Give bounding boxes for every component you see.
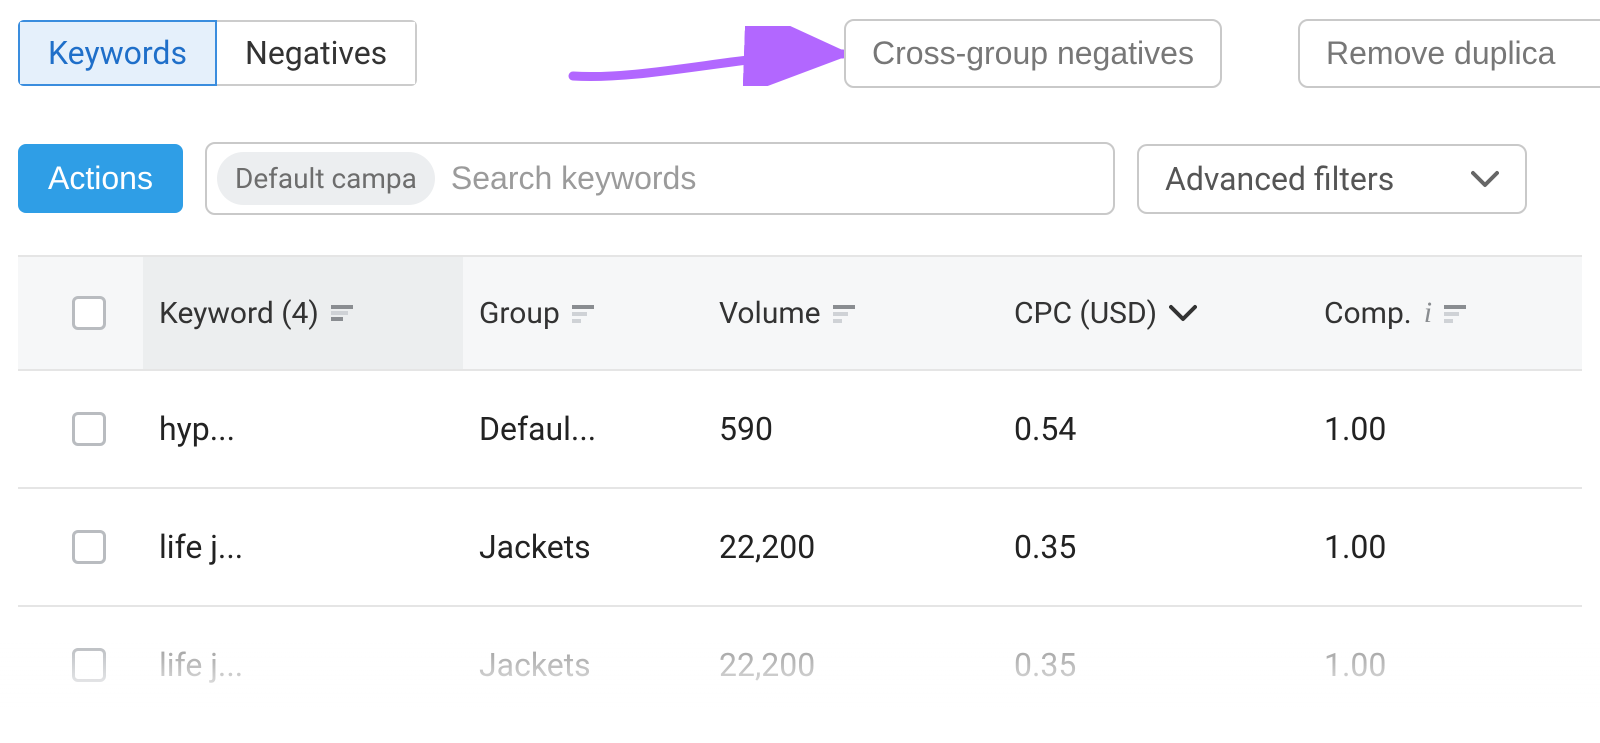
cell-group: Jackets bbox=[463, 528, 703, 566]
col-volume[interactable]: Volume bbox=[703, 296, 998, 331]
tab-group: Keywords Negatives bbox=[18, 20, 417, 86]
col-group-label: Group bbox=[479, 296, 560, 331]
cell-cpc: 0.35 bbox=[998, 528, 1308, 566]
search-input[interactable] bbox=[449, 159, 1103, 198]
row-check-cell bbox=[18, 412, 143, 446]
chevron-down-icon bbox=[1471, 170, 1499, 188]
col-comp-label: Comp. bbox=[1324, 296, 1412, 331]
row-checkbox[interactable] bbox=[72, 412, 106, 446]
cell-volume: 22,200 bbox=[703, 646, 998, 684]
cell-keyword: life j... bbox=[143, 646, 463, 684]
row-checkbox[interactable] bbox=[72, 648, 106, 682]
table-header-row: Keyword (4) Group Volume CPC (USD) Comp. bbox=[18, 257, 1582, 371]
cell-group: Jackets bbox=[463, 646, 703, 684]
tab-keywords[interactable]: Keywords bbox=[18, 20, 217, 86]
table-row: life j...Jackets22,2000.351.00 bbox=[18, 489, 1582, 607]
table-row: hyp...Defaul...5900.541.00 bbox=[18, 371, 1582, 489]
select-all-cell bbox=[18, 296, 143, 330]
cell-comp: 1.00 bbox=[1308, 528, 1600, 566]
col-comp[interactable]: Comp. i bbox=[1308, 296, 1600, 331]
col-cpc[interactable]: CPC (USD) bbox=[998, 296, 1308, 331]
table-row: life j...Jackets22,2000.351.00 bbox=[18, 607, 1582, 725]
cell-group: Defaul... bbox=[463, 410, 703, 448]
cell-cpc: 0.54 bbox=[998, 410, 1308, 448]
advanced-filters-label: Advanced filters bbox=[1165, 160, 1394, 198]
col-volume-label: Volume bbox=[719, 296, 821, 331]
row-checkbox[interactable] bbox=[72, 530, 106, 564]
info-icon: i bbox=[1424, 296, 1432, 330]
cell-cpc: 0.35 bbox=[998, 646, 1308, 684]
chevron-down-icon bbox=[1169, 304, 1197, 322]
table-body: hyp...Defaul...5900.541.00life j...Jacke… bbox=[18, 371, 1582, 725]
cell-volume: 22,200 bbox=[703, 528, 998, 566]
cross-group-negatives-button[interactable]: Cross-group negatives bbox=[844, 19, 1222, 88]
cell-comp: 1.00 bbox=[1308, 646, 1600, 684]
annotation-arrow bbox=[568, 26, 858, 86]
sort-icon bbox=[833, 303, 855, 323]
filter-chip-campaign[interactable]: Default campa bbox=[217, 152, 435, 205]
sort-icon bbox=[1444, 303, 1466, 323]
search-bar: Default campa bbox=[205, 142, 1115, 215]
keywords-table: Keyword (4) Group Volume CPC (USD) Comp. bbox=[18, 255, 1582, 725]
col-keyword-label: Keyword (4) bbox=[159, 296, 319, 331]
col-keyword[interactable]: Keyword (4) bbox=[143, 257, 463, 369]
cell-keyword: life j... bbox=[143, 528, 463, 566]
remove-duplicates-button[interactable]: Remove duplica bbox=[1298, 19, 1600, 88]
row-check-cell bbox=[18, 648, 143, 682]
col-cpc-label: CPC (USD) bbox=[1014, 296, 1157, 331]
cell-volume: 590 bbox=[703, 410, 998, 448]
sort-icon bbox=[331, 303, 353, 323]
cell-comp: 1.00 bbox=[1308, 410, 1600, 448]
sort-icon bbox=[572, 303, 594, 323]
tab-negatives[interactable]: Negatives bbox=[215, 20, 417, 86]
col-group[interactable]: Group bbox=[463, 296, 703, 331]
row-check-cell bbox=[18, 530, 143, 564]
advanced-filters-button[interactable]: Advanced filters bbox=[1137, 144, 1527, 214]
actions-button[interactable]: Actions bbox=[18, 144, 183, 213]
select-all-checkbox[interactable] bbox=[72, 296, 106, 330]
cell-keyword: hyp... bbox=[143, 410, 463, 448]
